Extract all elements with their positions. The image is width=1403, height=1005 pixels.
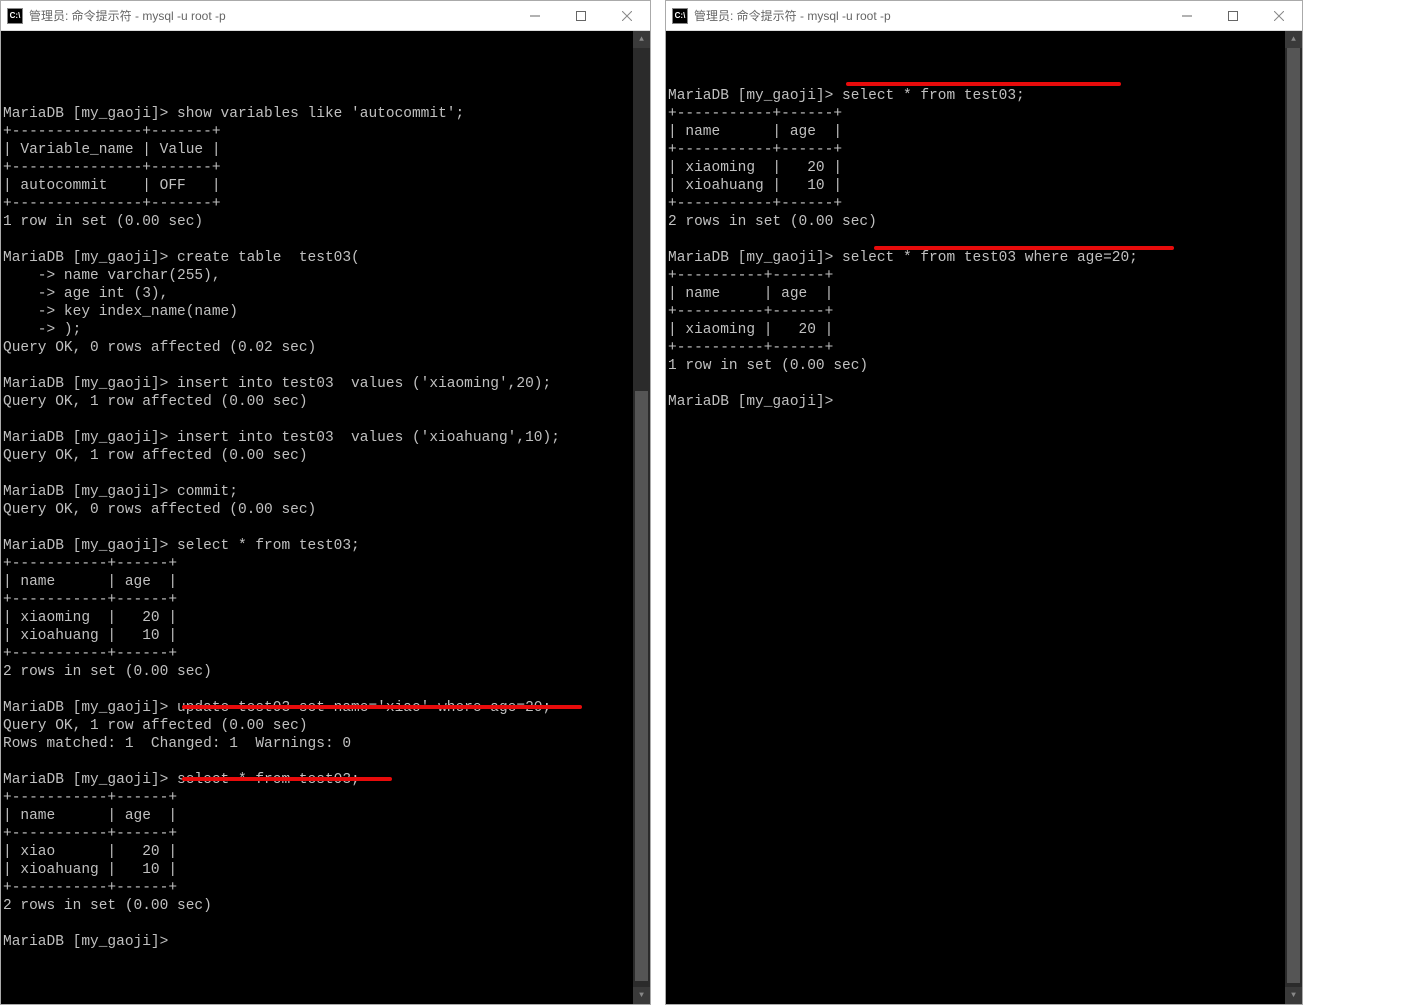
- terminal-line: +-----------+------+: [668, 141, 1302, 159]
- terminal-line: +----------+------+: [668, 303, 1302, 321]
- terminal-line: [3, 231, 650, 249]
- terminal-line: +-----------+------+: [3, 825, 650, 843]
- terminal-line: | autocommit | OFF |: [3, 177, 650, 195]
- terminal-line: [3, 915, 650, 933]
- terminal-line: | name | age |: [3, 807, 650, 825]
- scrollbar[interactable]: ▲ ▼: [1285, 31, 1302, 1004]
- terminal-line: | xiaoming | 20 |: [3, 609, 650, 627]
- terminal-line: -> age int (3),: [3, 285, 650, 303]
- close-button[interactable]: [604, 1, 650, 30]
- terminal-line: 1 row in set (0.00 sec): [3, 213, 650, 231]
- terminal-line: +-----------+------+: [3, 591, 650, 609]
- terminal-line: [3, 681, 650, 699]
- maximize-button[interactable]: [558, 1, 604, 30]
- scroll-up-button[interactable]: ▲: [1285, 31, 1302, 48]
- cmd-window-left: C:\ 管理员: 命令提示符 - mysql -u root -p MariaD…: [0, 0, 651, 1005]
- minimize-button[interactable]: [512, 1, 558, 30]
- terminal-line: 2 rows in set (0.00 sec): [3, 663, 650, 681]
- cmd-icon: C:\: [672, 8, 688, 24]
- terminal-line: | xioahuang | 10 |: [3, 627, 650, 645]
- scroll-down-button[interactable]: ▼: [633, 987, 650, 1004]
- terminal-line: +----------+------+: [668, 339, 1302, 357]
- terminal-output[interactable]: MariaDB [my_gaoji]> select * from test03…: [666, 31, 1302, 1004]
- terminal-line: 2 rows in set (0.00 sec): [668, 213, 1302, 231]
- terminal-line: +-----------+------+: [668, 105, 1302, 123]
- minimize-button[interactable]: [1164, 1, 1210, 30]
- scroll-thumb[interactable]: [635, 391, 648, 981]
- terminal-line: MariaDB [my_gaoji]> select * from test03…: [668, 87, 1302, 105]
- terminal-line: +-----------+------+: [668, 195, 1302, 213]
- window-controls: [1164, 1, 1302, 30]
- window-title: 管理员: 命令提示符 - mysql -u root -p: [29, 7, 512, 24]
- terminal-line: [3, 465, 650, 483]
- cmd-icon: C:\: [7, 8, 23, 24]
- terminal-line: | xiao | 20 |: [3, 843, 650, 861]
- terminal-line: Query OK, 1 row affected (0.00 sec): [3, 447, 650, 465]
- terminal-line: MariaDB [my_gaoji]>: [3, 933, 650, 951]
- window-controls: [512, 1, 650, 30]
- terminal-line: [3, 753, 650, 771]
- terminal-line: +---------------+-------+: [3, 159, 650, 177]
- terminal-line: Query OK, 1 row affected (0.00 sec): [3, 717, 650, 735]
- terminal-line: MariaDB [my_gaoji]> commit;: [3, 483, 650, 501]
- titlebar[interactable]: C:\ 管理员: 命令提示符 - mysql -u root -p: [666, 1, 1302, 31]
- terminal-line: | Variable_name | Value |: [3, 141, 650, 159]
- scroll-down-button[interactable]: ▼: [1285, 987, 1302, 1004]
- terminal-line: +-----------+------+: [3, 789, 650, 807]
- terminal-line: +---------------+-------+: [3, 195, 650, 213]
- terminal-line: +----------+------+: [668, 267, 1302, 285]
- terminal-line: MariaDB [my_gaoji]> select * from test03…: [3, 771, 650, 789]
- scroll-thumb[interactable]: [1287, 48, 1300, 983]
- terminal-line: MariaDB [my_gaoji]>: [668, 393, 1302, 411]
- terminal-line: MariaDB [my_gaoji]> update test03 set na…: [3, 699, 650, 717]
- terminal-output[interactable]: MariaDB [my_gaoji]> show variables like …: [1, 31, 650, 1004]
- scrollbar[interactable]: ▲ ▼: [633, 31, 650, 1004]
- terminal-line: +---------------+-------+: [3, 123, 650, 141]
- terminal-line: [668, 231, 1302, 249]
- terminal-line: MariaDB [my_gaoji]> insert into test03 v…: [3, 429, 650, 447]
- terminal-line: -> );: [3, 321, 650, 339]
- terminal-line: | xioahuang | 10 |: [668, 177, 1302, 195]
- terminal-line: [3, 87, 650, 105]
- annotation-underline: [846, 82, 1121, 86]
- terminal-line: MariaDB [my_gaoji]> select * from test03…: [668, 249, 1302, 267]
- terminal-line: +-----------+------+: [3, 555, 650, 573]
- terminal-line: [3, 411, 650, 429]
- terminal-line: 2 rows in set (0.00 sec): [3, 897, 650, 915]
- terminal-line: +-----------+------+: [3, 879, 650, 897]
- terminal-line: [668, 375, 1302, 393]
- terminal-line: | xioahuang | 10 |: [3, 861, 650, 879]
- close-button[interactable]: [1256, 1, 1302, 30]
- terminal-line: [3, 357, 650, 375]
- terminal-line: | name | age |: [668, 123, 1302, 141]
- terminal-line: | xiaoming | 20 |: [668, 321, 1302, 339]
- maximize-button[interactable]: [1210, 1, 1256, 30]
- terminal-line: Query OK, 1 row affected (0.00 sec): [3, 393, 650, 411]
- terminal-line: | name | age |: [3, 573, 650, 591]
- titlebar[interactable]: C:\ 管理员: 命令提示符 - mysql -u root -p: [1, 1, 650, 31]
- terminal-line: | name | age |: [668, 285, 1302, 303]
- terminal-line: MariaDB [my_gaoji]> show variables like …: [3, 105, 650, 123]
- terminal-line: -> key index_name(name): [3, 303, 650, 321]
- terminal-line: Query OK, 0 rows affected (0.02 sec): [3, 339, 650, 357]
- terminal-line: 1 row in set (0.00 sec): [668, 357, 1302, 375]
- window-title: 管理员: 命令提示符 - mysql -u root -p: [694, 7, 1164, 24]
- terminal-line: | xiaoming | 20 |: [668, 159, 1302, 177]
- cmd-window-right: C:\ 管理员: 命令提示符 - mysql -u root -p MariaD…: [665, 0, 1303, 1005]
- scroll-up-button[interactable]: ▲: [633, 31, 650, 48]
- terminal-line: +-----------+------+: [3, 645, 650, 663]
- terminal-line: Query OK, 0 rows affected (0.00 sec): [3, 501, 650, 519]
- terminal-line: MariaDB [my_gaoji]> create table test03(: [3, 249, 650, 267]
- terminal-line: Rows matched: 1 Changed: 1 Warnings: 0: [3, 735, 650, 753]
- terminal-line: MariaDB [my_gaoji]> select * from test03…: [3, 537, 650, 555]
- terminal-line: -> name varchar(255),: [3, 267, 650, 285]
- terminal-line: [3, 519, 650, 537]
- terminal-line: MariaDB [my_gaoji]> insert into test03 v…: [3, 375, 650, 393]
